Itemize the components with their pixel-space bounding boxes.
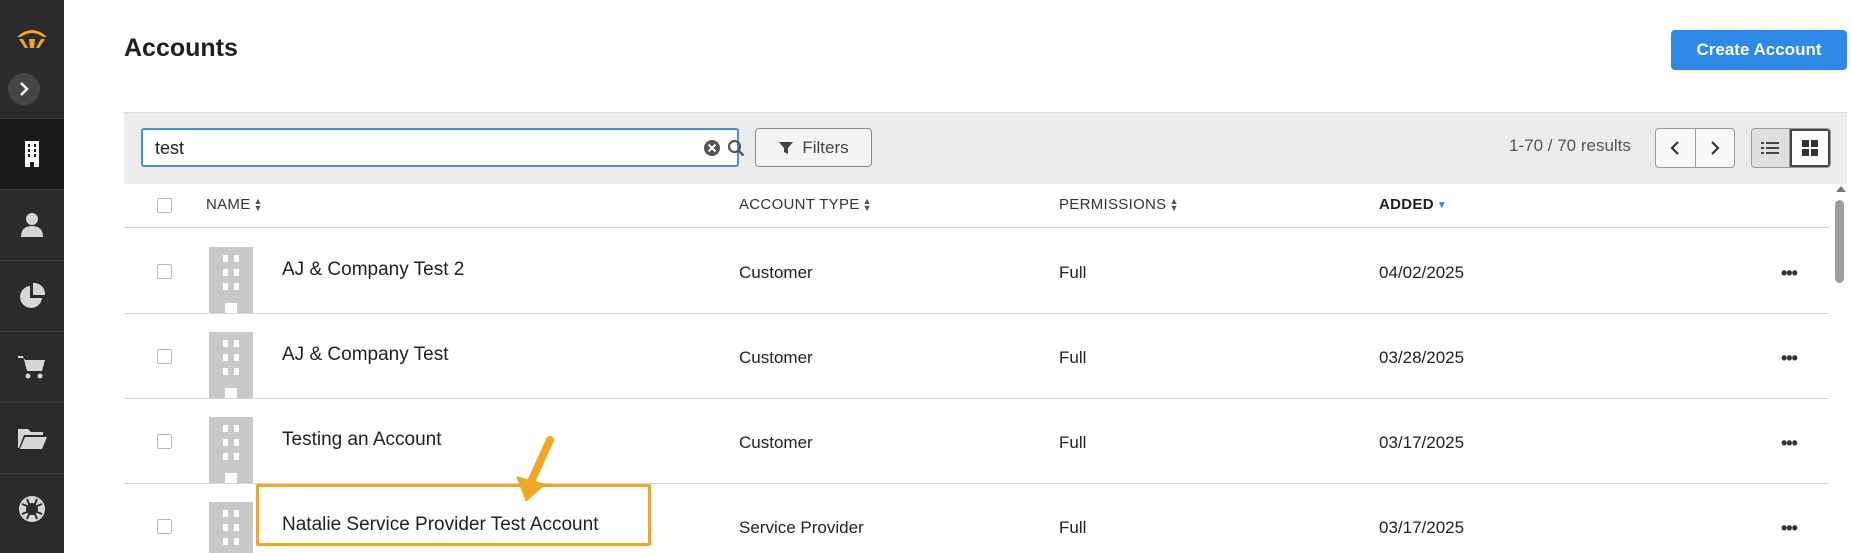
more-actions-button[interactable]: ••• [1781, 518, 1798, 539]
building-icon [209, 417, 253, 483]
sidebar-item-orders[interactable] [0, 331, 64, 402]
sort-icon: ▲ ▼ [862, 196, 872, 214]
highlight-box [256, 484, 651, 546]
account-added-date: 03/28/2025 [1379, 348, 1465, 367]
account-added-date: 04/02/2025 [1379, 263, 1465, 282]
more-actions-button[interactable]: ••• [1781, 348, 1798, 369]
sort-desc-icon: ▼ [1436, 199, 1448, 211]
list-view-button[interactable] [1752, 129, 1790, 167]
sidebar-item-reports[interactable] [0, 260, 64, 331]
list-icon [1761, 142, 1780, 154]
filter-icon [779, 141, 794, 154]
account-permissions: Full [1059, 433, 1087, 452]
sidebar-item-support[interactable] [0, 473, 64, 544]
create-account-button[interactable]: Create Account [1671, 30, 1847, 70]
clear-search-icon[interactable] [703, 139, 721, 157]
logo-icon [17, 30, 47, 48]
column-header-account-type[interactable]: ACCOUNT TYPE ▲ ▼ [739, 196, 872, 213]
sidebar-item-users[interactable] [0, 189, 64, 260]
table-row[interactable]: AJ & Company Test Customer Full 03/28/20… [124, 314, 1829, 399]
more-actions-button[interactable]: ••• [1781, 433, 1798, 454]
more-actions-button[interactable]: ••• [1781, 263, 1798, 284]
building-icon [209, 502, 253, 553]
grid-icon [1801, 140, 1818, 156]
search-icon[interactable] [727, 139, 745, 157]
column-label-added: ADDED [1379, 196, 1434, 213]
row-checkbox[interactable] [157, 519, 172, 534]
sort-icon: ▲ ▼ [253, 196, 263, 214]
filters-label: Filters [802, 137, 849, 157]
page-title: Accounts [124, 34, 238, 62]
toolbar: Filters 1-70 / 70 results [124, 112, 1847, 184]
building-icon [209, 247, 253, 313]
table-header: NAME ▲ ▼ ACCOUNT TYPE ▲ ▼ PERMISSIONS ▲ ▼ ADDE… [124, 184, 1829, 228]
table-row[interactable]: AJ & Company Test 2 Customer Full 04/02/… [124, 229, 1829, 314]
column-label-permissions: PERMISSIONS [1059, 196, 1167, 213]
annotation-arrow-icon [516, 436, 554, 502]
account-type: Customer [739, 348, 813, 367]
column-label-name: NAME [206, 196, 251, 213]
next-page-button[interactable] [1696, 129, 1735, 167]
prev-page-button[interactable] [1656, 129, 1696, 167]
building-icon [25, 141, 39, 167]
account-type: Customer [739, 433, 813, 452]
pie-chart-icon [20, 282, 46, 308]
account-added-date: 03/17/2025 [1379, 518, 1465, 537]
sidebar [0, 0, 64, 553]
filters-button[interactable]: Filters [755, 128, 872, 167]
account-permissions: Full [1059, 263, 1087, 282]
sort-icon: ▲ ▼ [1169, 196, 1179, 214]
account-permissions: Full [1059, 348, 1087, 367]
pagination [1655, 128, 1735, 168]
results-count: 1-70 / 70 results [1509, 136, 1631, 155]
search-input[interactable] [155, 137, 655, 159]
column-header-permissions[interactable]: PERMISSIONS ▲ ▼ [1059, 196, 1179, 213]
column-header-added[interactable]: ADDED ▼ [1379, 196, 1447, 213]
sidebar-item-accounts[interactable] [0, 118, 64, 189]
column-header-name[interactable]: NAME ▲ ▼ [206, 196, 263, 213]
select-all-checkbox[interactable] [157, 198, 172, 213]
row-checkbox[interactable] [157, 349, 172, 364]
folder-icon [18, 429, 47, 449]
grid-view-button[interactable] [1789, 129, 1830, 167]
building-icon [209, 332, 253, 398]
sidebar-item-files[interactable] [0, 402, 64, 473]
expand-sidebar-button[interactable] [8, 73, 40, 105]
account-name[interactable]: AJ & Company Test [282, 344, 449, 366]
chevron-left-icon [1670, 141, 1680, 155]
account-name[interactable]: Testing an Account [282, 429, 442, 451]
account-name[interactable]: AJ & Company Test 2 [282, 259, 464, 281]
search-box [141, 128, 745, 167]
row-checkbox[interactable] [157, 264, 172, 279]
user-icon [21, 213, 43, 237]
account-permissions: Full [1059, 518, 1087, 537]
account-type: Service Provider [739, 518, 864, 537]
account-added-date: 03/17/2025 [1379, 433, 1465, 452]
scrollbar-thumb[interactable] [1835, 200, 1844, 283]
logo[interactable] [8, 20, 56, 56]
cart-icon [18, 356, 45, 379]
view-switcher [1751, 128, 1831, 168]
table-row[interactable]: Testing an Account Customer Full 03/17/2… [124, 399, 1829, 484]
account-type: Customer [739, 263, 813, 282]
column-label-account-type: ACCOUNT TYPE [739, 196, 860, 213]
lifebuoy-icon [19, 496, 46, 522]
chevron-right-icon [20, 82, 29, 96]
row-checkbox[interactable] [157, 434, 172, 449]
chevron-right-icon [1710, 141, 1720, 155]
scroll-up-icon[interactable] [1836, 186, 1846, 192]
